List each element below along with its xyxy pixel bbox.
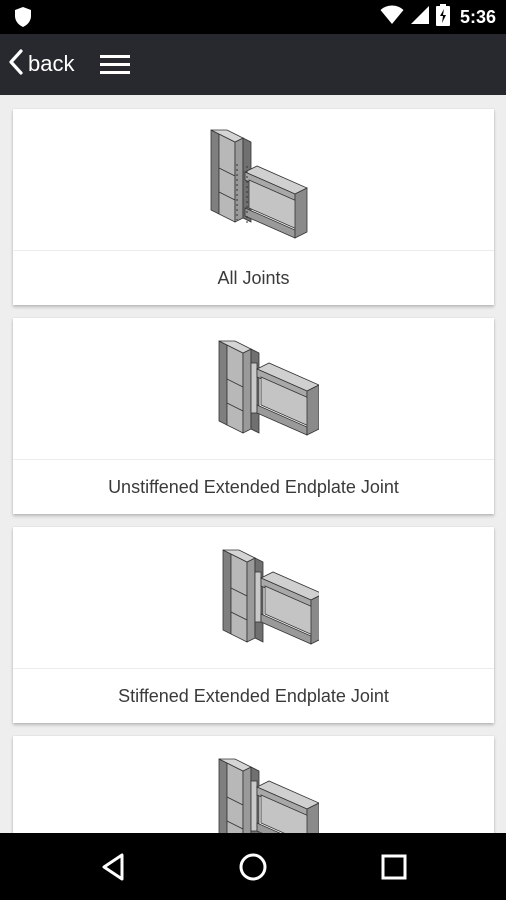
shield-icon	[14, 6, 32, 33]
battery-charging-icon	[435, 3, 450, 31]
app-bar: back	[0, 34, 506, 95]
card-label: Stiffened Extended Endplate Joint	[118, 685, 389, 706]
status-icons: 5:36	[380, 3, 496, 31]
system-nav-bar	[0, 833, 506, 900]
nav-back-button[interactable]	[97, 850, 131, 884]
back-label: back	[28, 51, 75, 76]
back-triangle-icon	[97, 853, 131, 888]
hamburger-menu-icon	[100, 55, 130, 82]
nav-recents-button[interactable]	[377, 850, 411, 884]
wifi-icon	[380, 5, 404, 30]
joint-icon	[13, 736, 494, 833]
joint-card-4[interactable]	[13, 736, 494, 833]
recents-square-icon	[377, 854, 411, 888]
card-label: All Joints	[217, 267, 290, 288]
joints-list[interactable]: All Joints Unstiffened Extended Endplate…	[0, 95, 506, 833]
joint-card-stiffened[interactable]: Stiffened Extended Endplate Joint	[13, 527, 494, 723]
card-label: Unstiffened Extended Endplate Joint	[108, 476, 399, 497]
status-time: 5:36	[459, 6, 496, 27]
stiffened-joint-icon	[13, 527, 494, 668]
joint-card-all-joints[interactable]: All Joints	[13, 109, 494, 305]
all-joints-icon	[13, 109, 494, 250]
joint-card-unstiffened[interactable]: Unstiffened Extended Endplate Joint	[13, 318, 494, 514]
home-circle-icon	[236, 853, 270, 888]
status-bar: 5:36	[0, 0, 506, 34]
back-button[interactable]: back	[8, 46, 74, 82]
unstiffened-joint-icon	[13, 318, 494, 459]
nav-home-button[interactable]	[236, 850, 270, 884]
hamburger-menu-button[interactable]	[100, 52, 130, 78]
chevron-left-icon	[8, 48, 24, 80]
cell-signal-icon	[410, 5, 430, 30]
